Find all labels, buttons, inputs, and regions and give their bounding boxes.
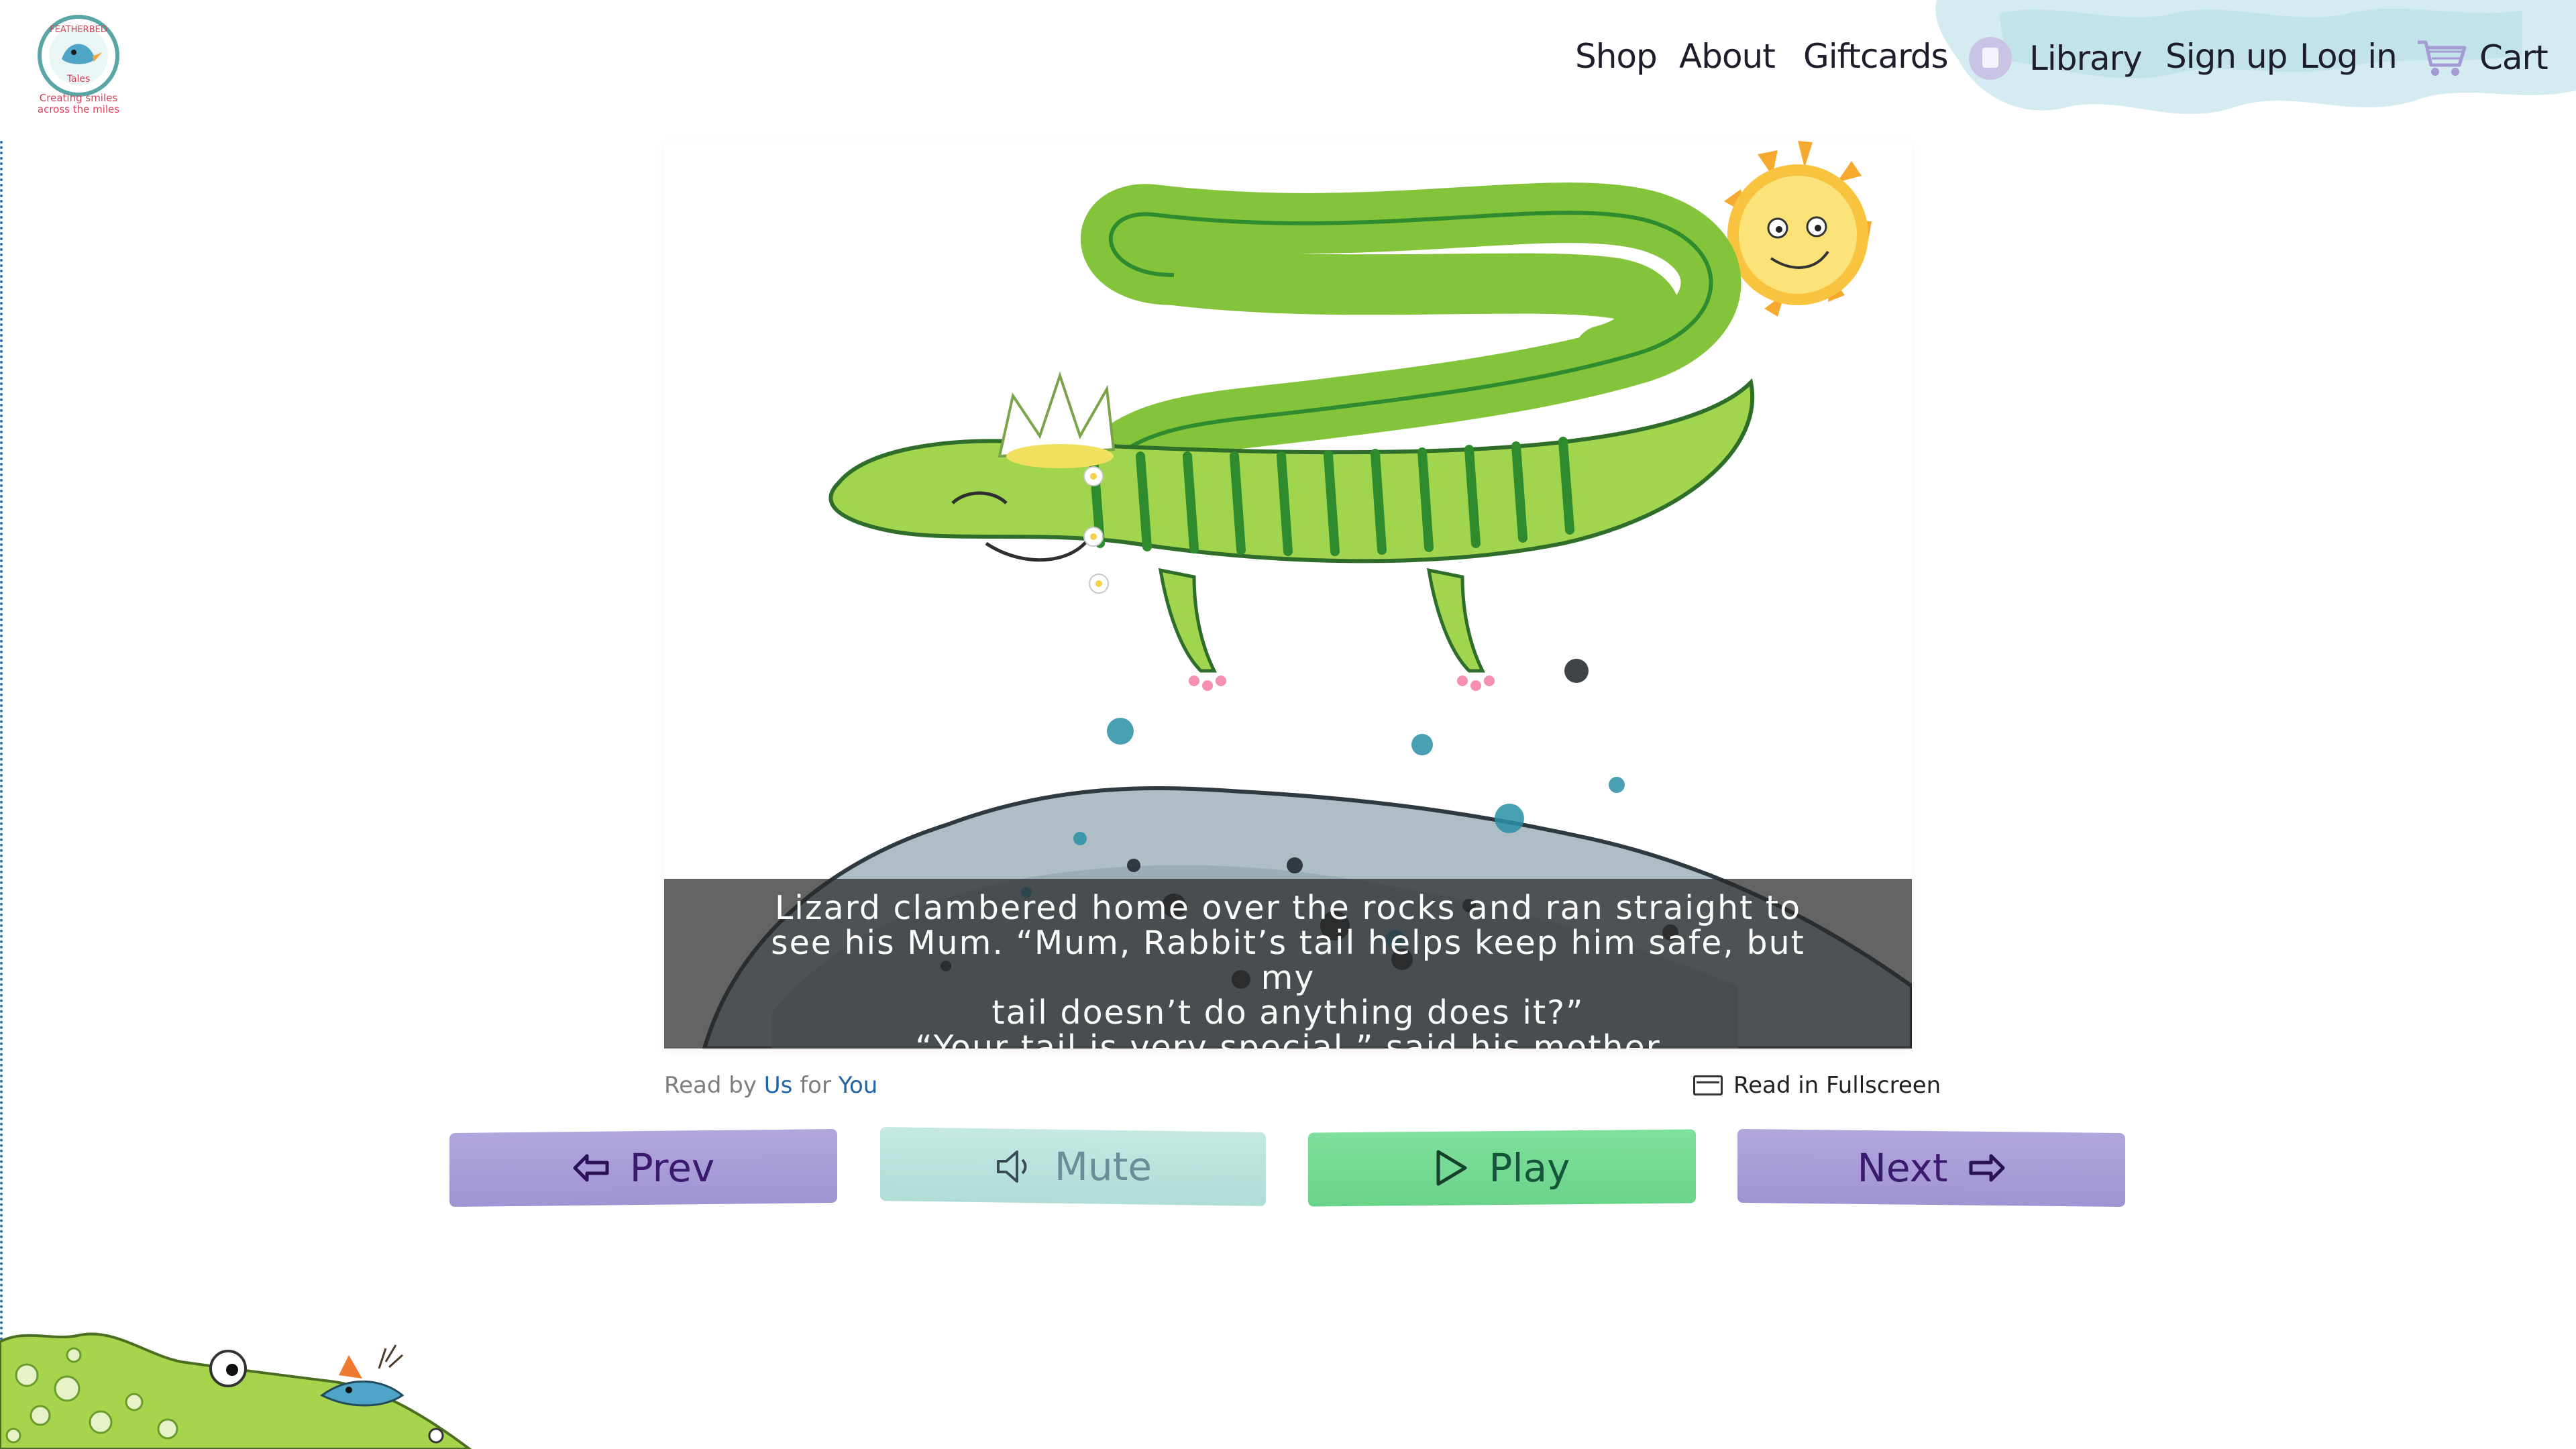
next-button[interactable]: Next [1737, 1128, 2125, 1208]
library-book-icon [1969, 37, 2012, 80]
mute-button[interactable]: Mute [880, 1126, 1266, 1207]
speaker-icon [994, 1148, 1034, 1185]
nav-shop[interactable]: Shop [1575, 37, 1658, 76]
mute-label: Mute [1054, 1144, 1152, 1189]
read-by-you-link[interactable]: You [839, 1072, 878, 1099]
sun-icon [1721, 141, 1872, 317]
play-icon [1434, 1149, 1469, 1187]
site-header: FEATHERBED Tales Creating smiles across … [0, 0, 2576, 141]
main-nav: Shop About Giftcards Library Sign up Log… [0, 37, 2576, 104]
page: FEATHERBED Tales Creating smiles across … [0, 0, 2576, 1449]
fullscreen-icon [1693, 1075, 1723, 1095]
next-label: Next [1857, 1145, 1948, 1191]
crocodile-decoration [0, 1332, 472, 1449]
read-by-us-link[interactable]: Us [764, 1072, 793, 1099]
tagline-line-2: across the miles [37, 103, 120, 115]
svg-text:FEATHERBED: FEATHERBED [50, 25, 107, 35]
caption-line-2: see his Mum. “Mum, Rabbit’s tail helps k… [771, 924, 1805, 997]
read-by-line: Read by Us for You [664, 1072, 877, 1099]
arrow-right-icon [1968, 1152, 2006, 1184]
read-by-label: Read by [664, 1072, 757, 1099]
caption-line-3: tail doesn’t do anything does it?” [991, 994, 1585, 1032]
nav-signup[interactable]: Sign up [2165, 37, 2288, 76]
cart-icon [2418, 40, 2467, 76]
nav-about[interactable]: About [1679, 37, 1776, 76]
caption-line-4: “Your tail is very special,” said his mo… [915, 1028, 1661, 1049]
left-dotted-border [0, 141, 3, 1449]
nav-login[interactable]: Log in [2300, 37, 2398, 76]
nav-giftcards[interactable]: Giftcards [1803, 37, 1949, 76]
nav-library[interactable]: Library [1969, 37, 2143, 80]
prev-label: Prev [629, 1145, 715, 1191]
fullscreen-label: Read in Fullscreen [1733, 1072, 1941, 1099]
prev-button[interactable]: Prev [449, 1128, 837, 1208]
story-caption: Lizard clambered home over the rocks and… [751, 891, 1825, 1049]
read-by-for: for [800, 1072, 831, 1099]
fullscreen-button[interactable]: Read in Fullscreen [1693, 1072, 1941, 1099]
play-button[interactable]: Play [1308, 1129, 1696, 1207]
story-page-illustration: Lizard clambered home over the rocks and… [664, 141, 1912, 1049]
nav-cart-label: Cart [2479, 38, 2548, 77]
nav-library-label: Library [2029, 39, 2143, 78]
caption-line-1: Lizard clambered home over the rocks and… [774, 889, 1802, 927]
nav-cart[interactable]: Cart [2415, 37, 2548, 78]
arrow-left-icon [572, 1152, 610, 1184]
play-label: Play [1489, 1145, 1570, 1191]
